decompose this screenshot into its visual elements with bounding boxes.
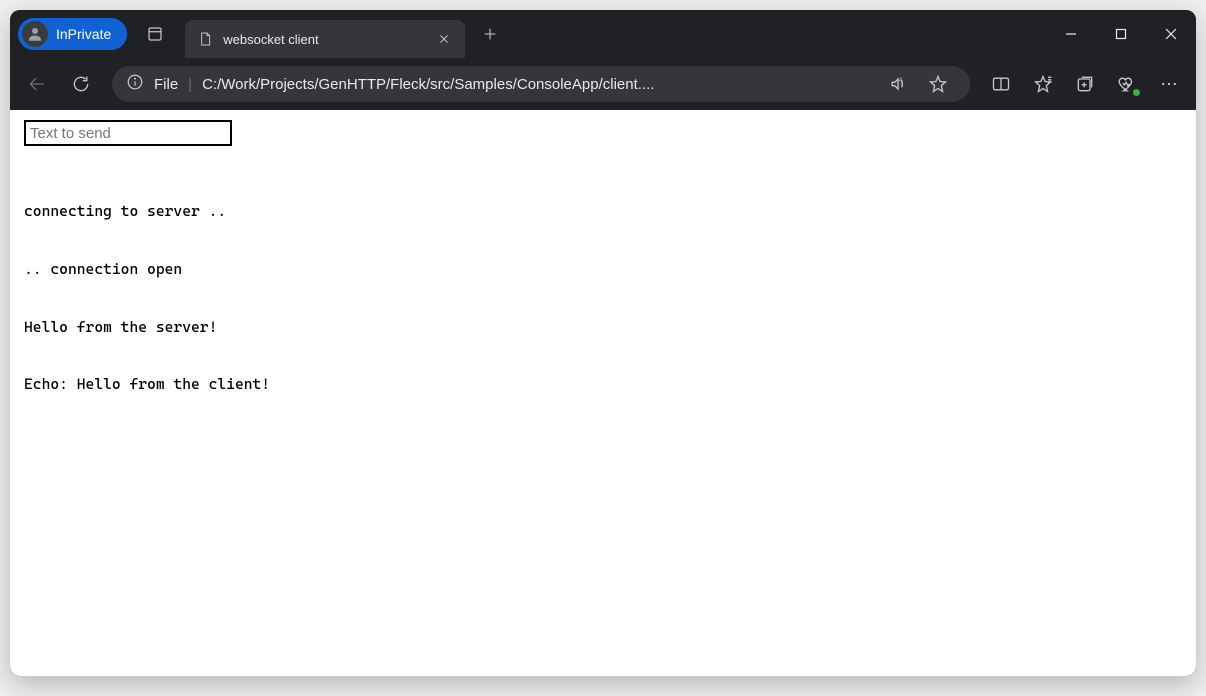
window-close-button[interactable] <box>1146 10 1196 58</box>
workspaces-button[interactable] <box>135 17 175 51</box>
collections-button[interactable] <box>1064 64 1106 104</box>
site-info-icon[interactable] <box>126 73 144 95</box>
toolbar-right <box>980 64 1190 104</box>
back-button[interactable] <box>16 64 58 104</box>
text-to-send-input[interactable] <box>24 120 232 146</box>
message-log: connecting to server .. .. connection op… <box>24 164 1182 433</box>
profile-avatar <box>22 21 48 47</box>
browser-window: InPrivate websocket client <box>10 10 1196 676</box>
log-line: .. connection open <box>24 260 1182 279</box>
toolbar: File | C:/Work/Projects/GenHTTP/Fleck/sr… <box>10 58 1196 110</box>
url-separator: | <box>188 76 192 93</box>
inprivate-badge[interactable]: InPrivate <box>18 18 127 50</box>
new-tab-button[interactable] <box>473 17 507 51</box>
browser-essentials-button[interactable] <box>1106 64 1148 104</box>
maximize-button[interactable] <box>1096 10 1146 58</box>
window-controls <box>1046 10 1196 58</box>
split-screen-button[interactable] <box>980 64 1022 104</box>
settings-menu-button[interactable] <box>1148 64 1190 104</box>
log-line: Echo: Hello from the client! <box>24 375 1182 394</box>
url-scheme: File <box>154 76 178 93</box>
url-path: C:/Work/Projects/GenHTTP/Fleck/src/Sampl… <box>202 76 870 93</box>
favorites-button[interactable] <box>1022 64 1064 104</box>
close-tab-button[interactable] <box>433 28 455 50</box>
log-line: Hello from the server! <box>24 318 1182 337</box>
browser-tab[interactable]: websocket client <box>185 20 465 58</box>
titlebar: InPrivate websocket client <box>10 10 1196 58</box>
log-line: connecting to server .. <box>24 202 1182 221</box>
read-aloud-button[interactable]: A <box>880 66 916 102</box>
svg-text:A: A <box>899 78 903 84</box>
address-bar[interactable]: File | C:/Work/Projects/GenHTTP/Fleck/sr… <box>112 66 970 102</box>
page-icon <box>197 31 213 47</box>
minimize-button[interactable] <box>1046 10 1096 58</box>
favorite-button[interactable] <box>920 66 956 102</box>
refresh-button[interactable] <box>60 64 102 104</box>
page-content: connecting to server .. .. connection op… <box>10 110 1196 676</box>
inprivate-label: InPrivate <box>56 26 111 42</box>
tab-title: websocket client <box>223 32 423 47</box>
